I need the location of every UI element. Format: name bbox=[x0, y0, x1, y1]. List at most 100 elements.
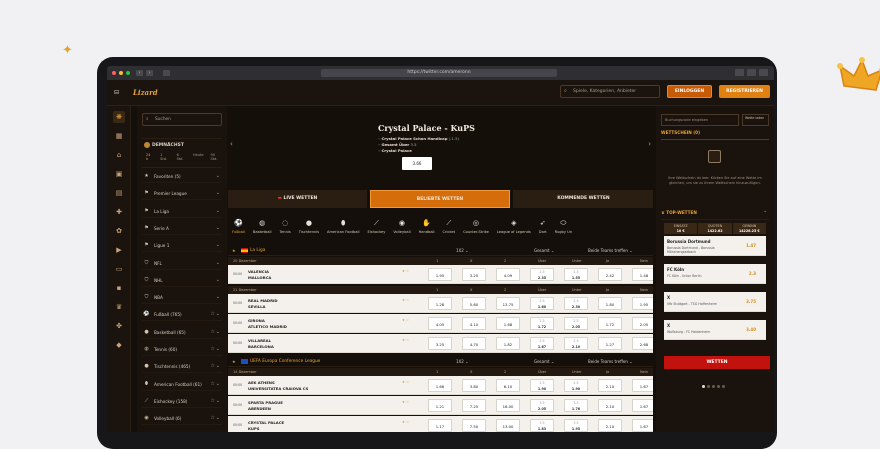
header-search-input[interactable]: ⌕ Spiele, Kategorien, Anbieter bbox=[560, 85, 660, 98]
logo[interactable]: Lizard bbox=[133, 88, 158, 97]
chevron-left-icon[interactable]: ‹ bbox=[230, 140, 233, 148]
market-select[interactable]: Beide Teams treffen ⌄ bbox=[588, 245, 632, 256]
star-icon[interactable]: ☆ bbox=[211, 378, 215, 391]
address-bar[interactable]: https://twitter.com/ameronn bbox=[321, 69, 557, 77]
sport-filter[interactable]: ⚽ Fußball bbox=[228, 210, 249, 244]
star-icon[interactable]: ☆ bbox=[211, 395, 215, 408]
sports-icon[interactable]: ❋ bbox=[113, 111, 125, 123]
stats-icons[interactable]: ★ ☆ bbox=[402, 400, 409, 404]
away-team[interactable]: ATLETICO MADRID bbox=[248, 324, 287, 329]
sidebar-item[interactable]: ⛉ NBA ⌄ bbox=[142, 291, 222, 305]
odds-button[interactable]: 13.75 bbox=[496, 297, 520, 310]
sidebar-item[interactable]: ⬮ American Football (61) ⌄ ☆ bbox=[142, 378, 222, 391]
odds-button[interactable]: 16.00 bbox=[496, 399, 520, 412]
odds-button[interactable]: 2.10 bbox=[598, 419, 622, 432]
odds-button[interactable]: 1.82 bbox=[496, 337, 520, 350]
sport-filter[interactable]: ➶ Dart bbox=[535, 210, 551, 244]
tabs-overview-icon[interactable] bbox=[759, 69, 768, 76]
sidebar-item[interactable]: ◍ Tennis (60) ⌄ ☆ bbox=[142, 343, 222, 356]
gamepad-icon[interactable]: ✚ bbox=[113, 206, 125, 218]
odds-button[interactable]: 1.28 bbox=[428, 297, 452, 310]
odds-button[interactable]: 2.42 bbox=[598, 268, 622, 281]
casino-icon[interactable]: ▣ bbox=[113, 168, 125, 180]
diamond-icon[interactable]: ◆ bbox=[113, 339, 125, 351]
minimize-window-icon[interactable] bbox=[119, 71, 123, 75]
register-button[interactable]: REGISTRIEREN bbox=[719, 85, 770, 98]
home-team[interactable]: AEK ATHENS bbox=[248, 380, 275, 385]
home-team[interactable]: CRYSTAL PALACE bbox=[248, 420, 284, 425]
odds-button[interactable]: 1.67 bbox=[632, 419, 653, 432]
odds-button[interactable]: 1.80 bbox=[598, 297, 622, 310]
sidebar-toggle-icon[interactable] bbox=[163, 70, 170, 76]
odds-button[interactable]: 2.10 bbox=[598, 399, 622, 412]
banner-odds-button[interactable]: 3.66 bbox=[402, 157, 432, 170]
sport-filter[interactable]: ⟋ Cricket bbox=[439, 210, 460, 244]
sport-filter[interactable]: ◈ League of Legends bbox=[493, 210, 535, 244]
play-icon[interactable]: ▶ bbox=[113, 244, 125, 256]
away-team[interactable]: KUPS bbox=[248, 426, 259, 431]
sidebar-item[interactable]: ● Basketball (65) ⌄ ☆ bbox=[142, 326, 222, 339]
trophy-icon[interactable]: ♛ bbox=[113, 301, 125, 313]
odds-button[interactable]: 4.09 bbox=[496, 268, 520, 281]
calendar-icon[interactable]: ▦ bbox=[113, 130, 125, 142]
sport-filter[interactable]: ◍ Basketball bbox=[249, 210, 276, 244]
sport-filter[interactable]: ◎ Counter-Strike bbox=[459, 210, 493, 244]
star-icon[interactable]: ☆ bbox=[211, 360, 215, 373]
sidebar-item[interactable]: ⛉ NHL ⌄ bbox=[142, 274, 222, 287]
sidebar-item[interactable]: ⛉ NFL ⌄ bbox=[142, 257, 222, 270]
star-icon[interactable]: ★ bbox=[232, 245, 236, 256]
home-team[interactable]: SPARTA PRAGUE bbox=[248, 400, 283, 405]
sport-filter[interactable]: ◌ Tennis bbox=[276, 210, 295, 244]
odds-button[interactable]: 7.25 bbox=[462, 399, 486, 412]
sport-filter[interactable]: ◉ Volleyball bbox=[389, 210, 414, 244]
sport-filter[interactable]: ⟋ Eishockey bbox=[363, 210, 389, 244]
odds-button[interactable]: 3.5 2.05 bbox=[530, 399, 554, 412]
star-icon[interactable]: ☆ bbox=[211, 412, 215, 425]
stats-icons[interactable]: ★ ☆ bbox=[402, 380, 409, 384]
tab-live[interactable]: ▬ LIVE WETTEN bbox=[228, 190, 367, 208]
login-button[interactable]: EINLOGGEN bbox=[667, 85, 712, 98]
sidebar-item[interactable]: ⟋ Eishockey (158) ⌄ ☆ bbox=[142, 395, 222, 408]
sport-filter[interactable]: ⬮ American Football bbox=[323, 210, 363, 244]
stats-icons[interactable]: ★ ☆ bbox=[402, 338, 409, 342]
place-bet-button[interactable]: WETTEN bbox=[664, 356, 770, 369]
sidebar-item[interactable]: ◉ Volleyball (6) ⌄ ☆ bbox=[142, 412, 222, 426]
star-icon[interactable]: ☆ bbox=[211, 343, 215, 356]
odds-button[interactable]: 2.5 2.05 bbox=[564, 317, 588, 330]
sidebar-search-input[interactable]: ⌕ Suchen bbox=[142, 113, 222, 126]
odds-button[interactable]: 1.27 bbox=[598, 337, 622, 350]
odds-button[interactable]: 1.66 bbox=[428, 379, 452, 392]
odds-button[interactable]: 4.10 bbox=[462, 317, 486, 330]
booking-code-input[interactable]: Buchungscode eingeben bbox=[661, 114, 739, 126]
home-team[interactable]: REAL MADRID bbox=[248, 298, 278, 303]
odds-button[interactable]: 1.95 bbox=[632, 297, 653, 310]
odds-button[interactable]: 2.5 1.60 bbox=[530, 297, 554, 310]
tab-popular[interactable]: BELIEBTE WETTEN bbox=[370, 190, 510, 208]
away-team[interactable]: MALLORCA bbox=[248, 275, 271, 280]
away-team[interactable]: BARCELONA bbox=[248, 344, 274, 349]
odds-button[interactable]: 2.5 2.35 bbox=[530, 268, 554, 281]
sidebar-item[interactable]: ⚽ Fußball (765) ⌄ ☆ bbox=[142, 308, 222, 322]
away-team[interactable]: UNIVERSITATEA CRAIOVA CS bbox=[248, 386, 308, 391]
market-select[interactable]: Beide Teams treffen ⌄ bbox=[588, 356, 632, 367]
stats-icons[interactable]: ★ ☆ bbox=[402, 298, 409, 302]
market-select[interactable]: 1X2 ⌄ bbox=[456, 356, 468, 367]
star-icon[interactable]: ☆ bbox=[211, 326, 215, 339]
back-icon[interactable]: ‹ bbox=[136, 70, 143, 76]
sidebar-item[interactable]: ⚑ Serie A ⌄ bbox=[142, 222, 222, 235]
odds-button[interactable]: 2.05 bbox=[632, 317, 653, 330]
odds-button[interactable]: 2.5 1.90 bbox=[530, 379, 554, 392]
odds-button[interactable]: 2.10 bbox=[598, 379, 622, 392]
odds-button[interactable]: 3.80 bbox=[462, 379, 486, 392]
away-team[interactable]: SEVILLA bbox=[248, 304, 265, 309]
sidebar-item[interactable]: ⚑ La Liga ⌄ bbox=[142, 205, 222, 218]
home-team[interactable]: VALENCIA bbox=[248, 269, 269, 274]
odds-button[interactable]: 3.5 1.95 bbox=[564, 419, 588, 432]
sidebar-item[interactable]: ⚑ Ligue 1 ⌄ bbox=[142, 239, 222, 253]
carousel-dots[interactable] bbox=[702, 385, 725, 388]
tab-upcoming[interactable]: KOMMENDE WETTEN bbox=[513, 190, 653, 208]
sport-filter[interactable]: ● Tischtennis bbox=[295, 210, 323, 244]
odds-button[interactable]: 1.68 bbox=[496, 317, 520, 330]
odds-button[interactable]: 4.70 bbox=[462, 337, 486, 350]
betslip-title[interactable]: WETTSCHEIN (0) bbox=[661, 130, 700, 135]
